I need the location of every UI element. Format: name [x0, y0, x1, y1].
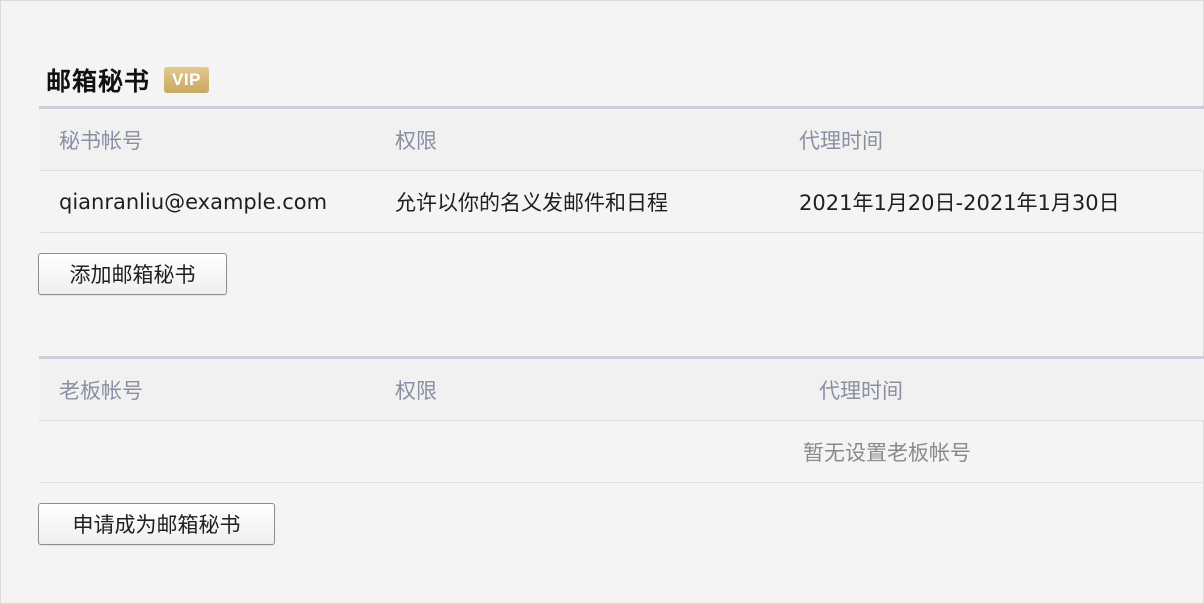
vip-badge: VIP — [164, 67, 209, 93]
section-header: 邮箱秘书 VIP — [46, 61, 209, 99]
empty-boss-message: 暂无设置老板帐号 — [803, 440, 971, 465]
mailbox-secretary-panel: 邮箱秘书 VIP 秘书帐号 权限 代理时间 qianranliu@example… — [0, 0, 1204, 604]
boss-table-header: 老板帐号 权限 代理时间 — [39, 356, 1204, 421]
apply-secretary-button[interactable]: 申请成为邮箱秘书 — [38, 503, 275, 545]
column-header-permission: 权限 — [395, 128, 437, 153]
secretary-account: qianranliu@example.com — [59, 189, 328, 214]
column-header-permission: 权限 — [395, 378, 437, 403]
table-row: 暂无设置老板帐号 — [39, 421, 1204, 483]
boss-table: 老板帐号 权限 代理时间 暂无设置老板帐号 — [39, 356, 1204, 483]
column-header-boss-account: 老板帐号 — [59, 378, 143, 403]
period-text: 2021年1月20日-2021年1月30日 — [799, 190, 1120, 215]
secretary-table: 秘书帐号 权限 代理时间 qianranliu@example.com 允许以你… — [39, 106, 1204, 233]
column-header-secretary-account: 秘书帐号 — [59, 128, 143, 153]
permission-text: 允许以你的名义发邮件和日程 — [395, 190, 668, 215]
section-title: 邮箱秘书 — [46, 67, 151, 96]
secretary-table-header: 秘书帐号 权限 代理时间 — [39, 106, 1204, 171]
column-header-period: 代理时间 — [799, 128, 883, 153]
column-header-period: 代理时间 — [819, 378, 903, 403]
table-row: qianranliu@example.com 允许以你的名义发邮件和日程 202… — [39, 171, 1204, 233]
add-secretary-button[interactable]: 添加邮箱秘书 — [38, 253, 227, 295]
